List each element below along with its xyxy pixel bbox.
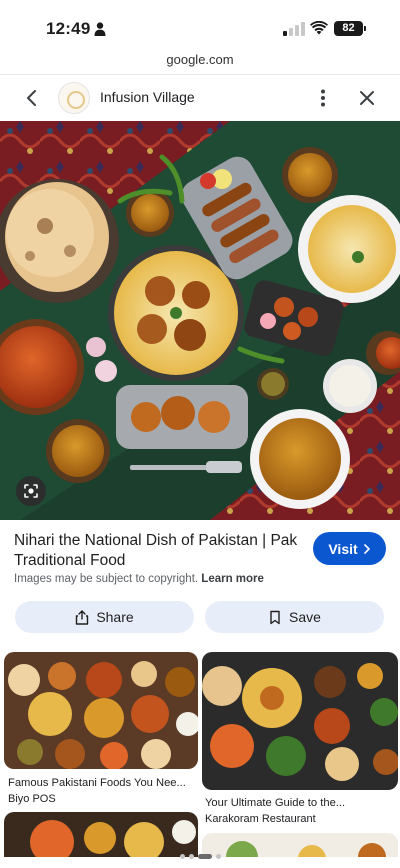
- related-result-card[interactable]: [4, 812, 198, 857]
- share-button[interactable]: Share: [15, 601, 194, 633]
- learn-more-link[interactable]: Learn more: [201, 573, 264, 585]
- related-caption: Famous Pakistani Foods You Nee...: [8, 777, 186, 789]
- back-icon[interactable]: [22, 88, 42, 108]
- status-bar: 12:49 82: [0, 0, 400, 50]
- food-spread-illustration: [0, 121, 400, 520]
- save-button[interactable]: Save: [205, 601, 384, 633]
- chevron-right-icon: [363, 543, 370, 554]
- page-dot: [188, 853, 194, 859]
- copyright-text: Images may be subject to copyright.: [14, 573, 199, 585]
- main-image[interactable]: [0, 121, 400, 520]
- wifi-icon: [310, 21, 328, 35]
- person-icon: [94, 22, 106, 36]
- share-label: Share: [96, 609, 134, 625]
- signal-icon: [283, 22, 305, 36]
- result-title[interactable]: Nihari the National Dish of Pakistan | P…: [14, 531, 304, 571]
- save-label: Save: [289, 609, 321, 625]
- more-vert-icon[interactable]: [314, 88, 332, 108]
- related-caption: Your Ultimate Guide to the...: [205, 797, 346, 809]
- related-result-card[interactable]: Your Ultimate Guide to the... Karakoram …: [202, 652, 398, 827]
- site-logo: [58, 82, 90, 114]
- page-dot-active: [197, 853, 212, 859]
- battery-indicator: 82: [334, 21, 366, 36]
- bookmark-icon: [270, 610, 280, 624]
- visit-label: Visit: [328, 540, 358, 557]
- related-source: Biyo POS: [8, 793, 56, 805]
- url-bar[interactable]: google.com: [0, 52, 400, 67]
- page-dot: [179, 853, 185, 859]
- close-icon[interactable]: [358, 89, 376, 107]
- related-result-card[interactable]: [202, 833, 398, 857]
- related-source: Karakoram Restaurant: [205, 813, 316, 825]
- site-name[interactable]: Infusion Village: [100, 89, 195, 105]
- page-dot: [215, 853, 221, 859]
- related-thumbnail: [202, 652, 398, 790]
- status-time: 12:49: [46, 19, 91, 38]
- lens-icon[interactable]: [16, 476, 46, 506]
- related-thumbnail: [4, 652, 198, 769]
- share-icon: [76, 609, 89, 625]
- related-thumbnail: [4, 812, 198, 857]
- copyright-notice: Images may be subject to copyright. Lear…: [14, 573, 264, 585]
- lens-header: Infusion Village: [0, 75, 400, 121]
- visit-button[interactable]: Visit: [313, 532, 386, 565]
- page-indicator: [176, 853, 224, 859]
- related-result-card[interactable]: Famous Pakistani Foods You Nee... Biyo P…: [4, 652, 198, 807]
- related-thumbnail: [202, 833, 398, 857]
